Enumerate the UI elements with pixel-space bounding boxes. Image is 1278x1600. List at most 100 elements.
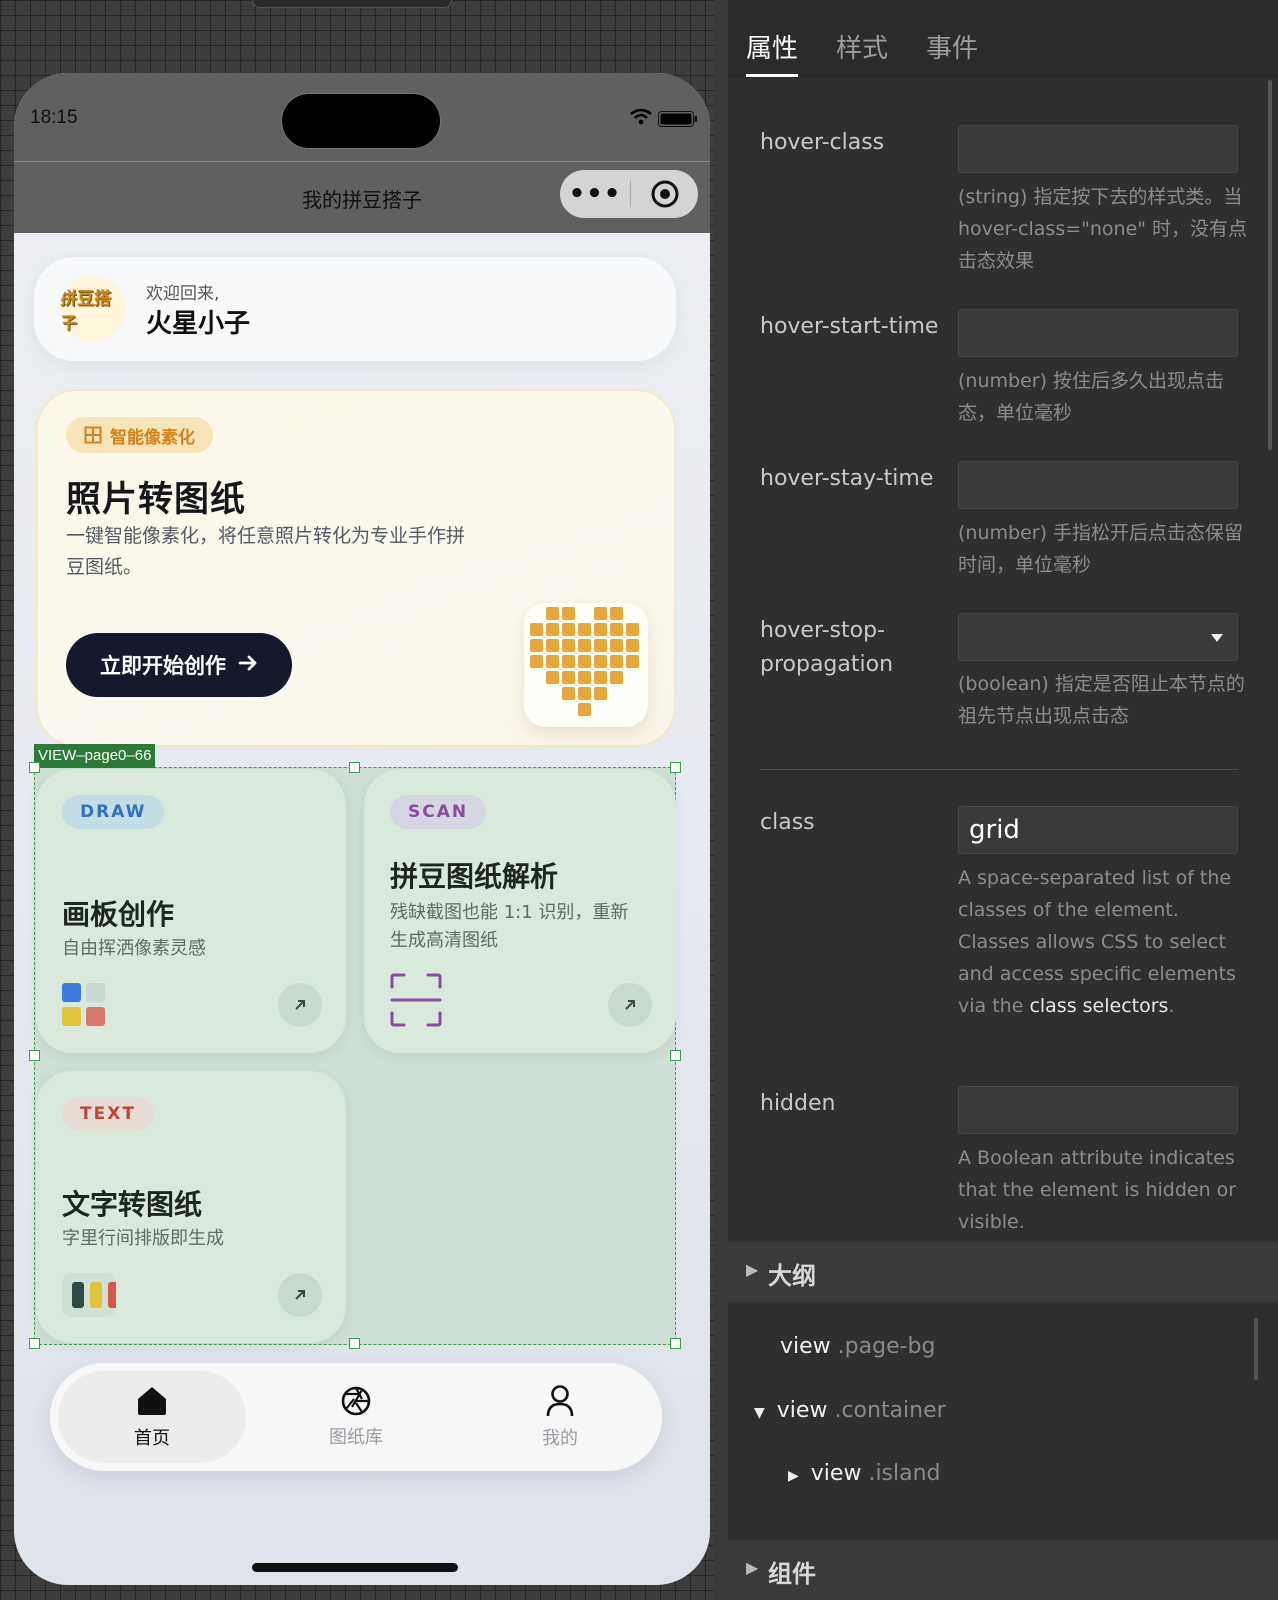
tree-node-container[interactable]: ▼ view .container: [754, 1398, 946, 1423]
prop-label: hover-stay-time: [760, 466, 934, 491]
scan-open-button[interactable]: [608, 983, 652, 1027]
tree-node-island[interactable]: ▶ view .island: [788, 1461, 941, 1486]
avatar[interactable]: 拼豆搭子: [60, 276, 126, 342]
tree-class: .container: [834, 1398, 946, 1423]
panel-scrollbar[interactable]: [1268, 80, 1272, 450]
heart-bead: [610, 623, 623, 636]
heart-bead: [562, 655, 575, 668]
scan-card[interactable]: SCAN 拼豆图纸解析 残缺截图也能 1:1 识别，重新生成高清图纸: [364, 769, 676, 1053]
hidden-input[interactable]: [958, 1086, 1238, 1134]
arrow-up-right-icon: [295, 1290, 305, 1300]
prop-description: (boolean) 指定是否阻止本节点的祖先节点出现点击态: [958, 673, 1245, 727]
wifi-icon: [630, 109, 652, 125]
heart-bead: [530, 623, 543, 636]
scan-frame-icon: [390, 973, 442, 1027]
start-create-button[interactable]: 立即开始创作: [66, 633, 292, 697]
draw-open-button[interactable]: [278, 983, 322, 1027]
tab-home-label: 首页: [134, 1428, 170, 1449]
outline-section-header[interactable]: ▶ 大纲: [728, 1242, 1278, 1302]
resize-handle[interactable]: [29, 1050, 40, 1061]
hover-stay-time-input[interactable]: [958, 461, 1238, 509]
hover-start-time-input[interactable]: [958, 309, 1238, 357]
prop-label: hover-class: [760, 130, 885, 155]
resize-handle[interactable]: [349, 762, 360, 773]
scan-tag: SCAN: [390, 795, 487, 829]
resize-handle[interactable]: [29, 1338, 40, 1349]
hero-title: 照片转图纸: [66, 480, 247, 520]
pixel-heart-icon: [524, 603, 648, 727]
selection-label: VIEW–page0–66: [34, 744, 156, 768]
color-swatch-icon: [62, 983, 105, 1026]
user-card[interactable]: 拼豆搭子 欢迎回来, 火星小子: [34, 257, 676, 361]
prop-description: A space-separated list of the classes of…: [958, 862, 1248, 1022]
heart-bead: [546, 623, 559, 636]
draw-card-title: 画板创作: [62, 898, 175, 931]
heart-bead: [594, 687, 607, 700]
section-divider: [760, 769, 1238, 770]
resize-handle[interactable]: [349, 1338, 360, 1349]
prop-label: hover-stop-propagation: [760, 618, 894, 677]
caret-right-icon[interactable]: ▶: [788, 1468, 799, 1484]
heart-bead: [594, 671, 607, 684]
caret-down-icon[interactable]: ▼: [754, 1405, 765, 1421]
tab-library-label: 图纸库: [329, 1427, 383, 1448]
tab-mine[interactable]: 我的: [466, 1371, 654, 1463]
draw-card[interactable]: DRAW 画板创作 自由挥洒像素灵感: [36, 769, 346, 1053]
components-title: 组件: [768, 1560, 816, 1588]
class-selectors-link[interactable]: class selectors: [1029, 995, 1168, 1017]
tab-library[interactable]: 图纸库: [262, 1371, 450, 1463]
hero-card[interactable]: 智能像素化 照片转图纸 一键智能像素化，将任意照片转化为专业手作拼豆图纸。 立即…: [36, 389, 676, 747]
close-target-icon[interactable]: [631, 180, 698, 208]
active-tab-indicator: [746, 74, 798, 77]
resize-handle[interactable]: [29, 762, 40, 773]
tree-class: .island: [868, 1461, 941, 1486]
tree-class: .page-bg: [837, 1334, 936, 1359]
more-icon[interactable]: •••: [560, 181, 630, 207]
tab-home[interactable]: 首页: [58, 1371, 246, 1463]
text-card[interactable]: TEXT 文字转图纸 字里行间排版即生成: [36, 1071, 346, 1343]
prop-label: class: [760, 810, 815, 835]
components-section-header[interactable]: ▶ 组件: [728, 1540, 1278, 1600]
resize-handle[interactable]: [670, 1338, 681, 1349]
tree-node-page-bg[interactable]: view .page-bg: [780, 1334, 935, 1359]
tab-events[interactable]: 事件: [926, 28, 978, 65]
class-input[interactable]: grid: [958, 806, 1238, 854]
tab-attributes[interactable]: 属性: [746, 28, 798, 65]
heart-bead: [578, 623, 591, 636]
heart-bead: [626, 623, 639, 636]
battery-icon: [658, 111, 697, 127]
draw-card-subtitle: 自由挥洒像素灵感: [62, 938, 206, 959]
username: 火星小子: [146, 309, 251, 339]
start-create-label: 立即开始创作: [100, 654, 226, 678]
resize-handle[interactable]: [670, 762, 681, 773]
heart-bead: [610, 639, 623, 652]
simulator-canvas: 18:15 我的 拼豆搭子 ••• 拼豆搭子 欢迎回来, 火星小子 智能像素化 照…: [0, 0, 714, 1600]
dynamic-island: [281, 93, 441, 149]
capsule-menu[interactable]: •••: [560, 170, 698, 218]
scan-card-subtitle: 残缺截图也能 1:1 识别，重新生成高清图纸: [390, 902, 629, 951]
heart-bead: [594, 639, 607, 652]
outline-title: 大纲: [768, 1262, 816, 1290]
top-toolbar-stub: [252, 0, 452, 8]
hero-badge: 智能像素化: [66, 417, 213, 453]
tab-mine-label: 我的: [542, 1428, 578, 1449]
bottom-tab-bar: 首页 图纸库 我的: [50, 1363, 662, 1471]
tree-tag: view: [780, 1334, 831, 1359]
outline-scrollbar[interactable]: [1254, 1318, 1258, 1380]
heart-bead: [530, 655, 543, 668]
heart-bead: [562, 639, 575, 652]
home-indicator: [252, 1563, 458, 1572]
tab-styles[interactable]: 样式: [836, 28, 888, 65]
scan-card-title: 拼豆图纸解析: [390, 860, 559, 893]
hover-class-input[interactable]: [958, 125, 1238, 173]
text-card-title: 文字转图纸: [62, 1188, 203, 1221]
heart-bead: [546, 655, 559, 668]
resize-handle[interactable]: [670, 1050, 681, 1061]
status-bar: 18:15: [14, 73, 710, 161]
user-icon: [546, 1385, 574, 1417]
draw-tag: DRAW: [62, 795, 165, 829]
hover-stop-propagation-select[interactable]: [958, 613, 1238, 661]
heart-bead: [578, 639, 591, 652]
prop-label: hover-start-time: [760, 314, 939, 339]
text-open-button[interactable]: [278, 1273, 322, 1317]
